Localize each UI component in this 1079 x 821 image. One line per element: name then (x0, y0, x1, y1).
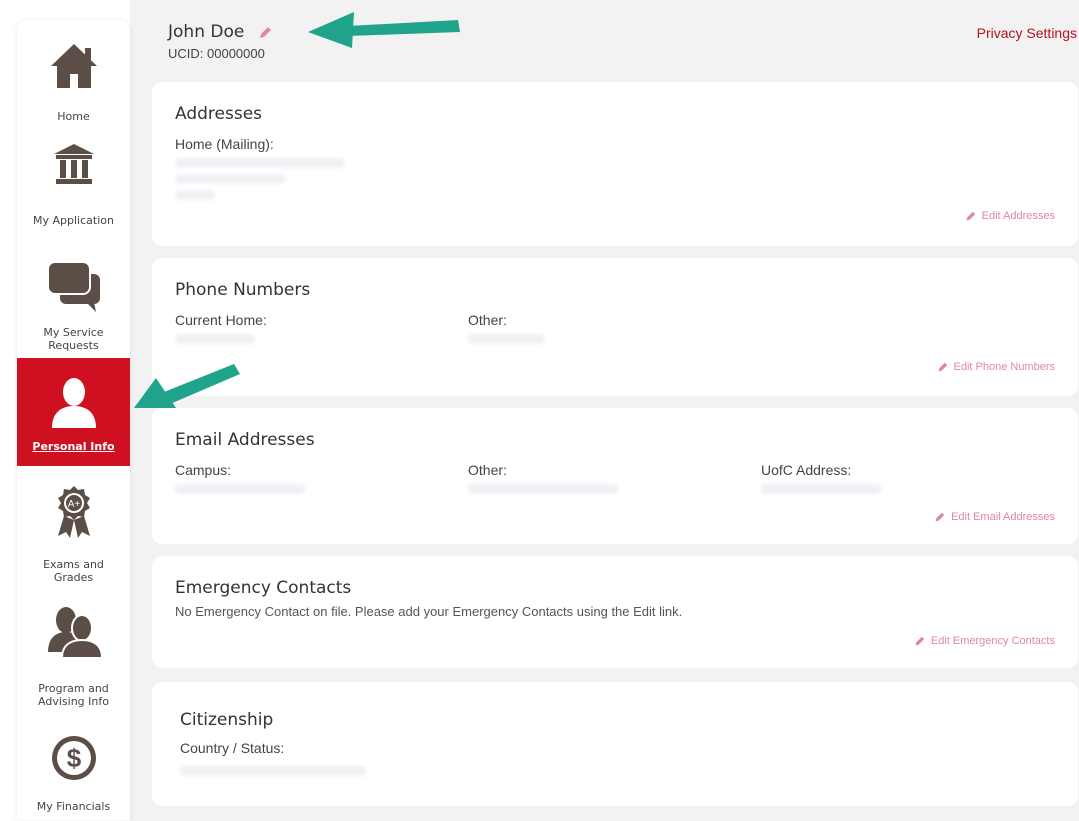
sidebar-item-program-and-advising-info[interactable]: Program and Advising Info (17, 606, 130, 710)
pencil-icon (938, 362, 947, 371)
edit-phone-numbers-label: Edit Phone Numbers (953, 361, 1056, 373)
pencil-icon[interactable] (258, 26, 272, 40)
pencil-icon (966, 211, 975, 220)
profile-name: John Doe (168, 22, 245, 42)
phone-numbers-card: Phone Numbers Current Home: Other: Edit … (152, 258, 1078, 396)
sidebar-item-my-service-requests[interactable]: My Service Requests (17, 260, 130, 360)
redacted-value (761, 484, 881, 494)
sidebar-item-exams-and-grades[interactable]: A+ Exams and Grades (17, 486, 130, 586)
ucid-label: UCID: 00000000 (168, 46, 265, 61)
person-icon (51, 378, 96, 428)
citizenship-card: Citizenship Country / Status: (152, 682, 1078, 806)
sidebar-item-label: Exams and Grades (43, 558, 104, 584)
people-icon (47, 607, 103, 658)
dollar-coin-icon: $ (51, 736, 96, 780)
addresses-title: Addresses (175, 104, 263, 124)
redacted-value (175, 174, 285, 184)
sidebar-item-home[interactable]: Home (17, 42, 130, 132)
redacted-value (468, 484, 618, 494)
current-home-label: Current Home: (175, 312, 267, 328)
annotation-arrow-icon (134, 364, 240, 408)
redacted-value (175, 484, 305, 494)
svg-text:$: $ (66, 743, 81, 773)
edit-emergency-contacts-label: Edit Emergency Contacts (930, 635, 1055, 647)
sidebar-item-label: Personal Info (32, 440, 115, 453)
other-phone-label: Other: (468, 312, 507, 328)
emergency-contacts-title: Emergency Contacts (175, 578, 352, 598)
email-addresses-title: Email Addresses (175, 430, 315, 450)
sidebar-nav: Home My Application My Service Requests … (17, 20, 130, 820)
edit-addresses-link[interactable]: Edit Addresses (965, 210, 1055, 222)
redacted-value (180, 766, 366, 776)
pencil-icon (915, 636, 925, 645)
edit-emergency-contacts-link[interactable]: Edit Emergency Contacts (914, 635, 1055, 647)
edit-phone-numbers-link[interactable]: Edit Phone Numbers (937, 361, 1056, 373)
award-ribbon-icon: A+ (57, 486, 90, 538)
redacted-value (175, 334, 255, 344)
sidebar-item-label: My Application (33, 214, 114, 227)
campus-email-label: Campus: (175, 462, 232, 478)
country-status-label: Country / Status: (180, 740, 285, 756)
sidebar-item-label: Program and Advising Info (38, 682, 109, 708)
edit-addresses-label: Edit Addresses (981, 210, 1055, 222)
citizenship-title: Citizenship (180, 710, 274, 730)
home-mailing-label: Home (Mailing): (175, 136, 274, 152)
addresses-card: Addresses Home (Mailing): Edit Addresses (152, 82, 1078, 246)
redacted-value (175, 158, 345, 168)
annotation-arrow-icon (308, 12, 460, 48)
privacy-settings-link[interactable]: Privacy Settings (977, 25, 1077, 41)
pencil-icon (935, 512, 945, 521)
redacted-value (468, 334, 544, 344)
institution-icon (53, 144, 94, 184)
sidebar-item-my-application[interactable]: My Application (17, 144, 130, 234)
sidebar-item-my-financials[interactable]: $ My Financials (17, 734, 130, 820)
emergency-contacts-message: No Emergency Contact on file. Please add… (175, 604, 683, 619)
emergency-contacts-card: Emergency Contacts No Emergency Contact … (152, 556, 1078, 668)
home-icon (50, 44, 97, 88)
edit-email-addresses-link[interactable]: Edit Email Addresses (934, 511, 1055, 523)
phone-numbers-title: Phone Numbers (175, 280, 311, 300)
chat-bubbles-icon (46, 261, 100, 312)
email-addresses-card: Email Addresses Campus: Other: UofC Addr… (152, 408, 1078, 544)
sidebar-item-personal-info[interactable]: Personal Info (17, 358, 130, 466)
sidebar-item-label: My Service Requests (43, 326, 104, 352)
sidebar-item-label: Home (57, 110, 90, 123)
redacted-value (175, 190, 215, 200)
sidebar-item-label: My Financials (36, 800, 111, 813)
other-email-label: Other: (468, 462, 507, 478)
uofc-address-label: UofC Address: (761, 462, 852, 478)
svg-text:A+: A+ (67, 499, 80, 510)
edit-email-addresses-label: Edit Email Addresses (951, 511, 1055, 523)
